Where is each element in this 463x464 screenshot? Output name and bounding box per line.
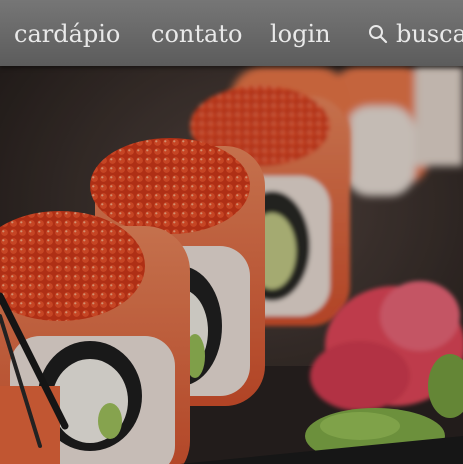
hero-overlay — [0, 66, 463, 464]
hero-image-sushi — [0, 66, 463, 464]
page: cardápio contato login busca — [0, 0, 463, 464]
search-label: busca — [396, 20, 463, 48]
search-icon — [368, 24, 388, 44]
search-button[interactable]: busca — [368, 22, 463, 46]
nav-link-login[interactable]: login — [270, 22, 331, 46]
nav-link-cardapio[interactable]: cardápio — [14, 22, 120, 46]
top-navbar: cardápio contato login busca — [0, 0, 463, 66]
nav-link-contato[interactable]: contato — [151, 22, 242, 46]
